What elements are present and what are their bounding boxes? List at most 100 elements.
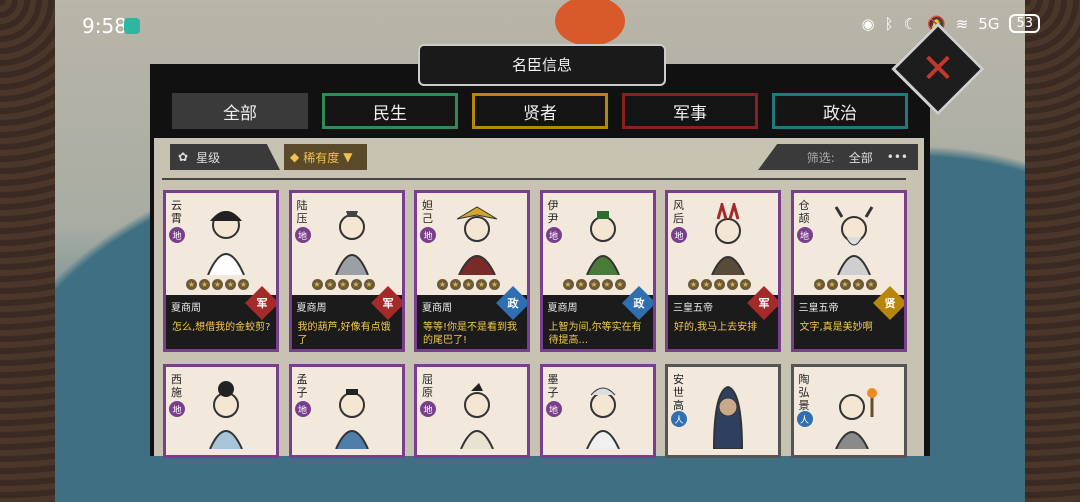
star-rating: ★ ★ ★ ★ ★ [186,279,249,290]
portrait-image [585,211,620,275]
minister-name: 陆压 [296,199,308,225]
tab-politics[interactable]: 政治 [772,93,908,129]
minister-card[interactable]: 云霄 地 ★ ★ ★ ★ ★ 夏商周 军 怎么,想借我的金蛟剪? [163,190,279,352]
rank-badge: 地 [294,401,311,417]
rank-badge: 地 [545,227,562,243]
left-frame [0,0,55,502]
minister-name: 云霄 [171,199,182,225]
rank-badge: 地 [169,401,185,417]
rarity-sort-label: 稀有度 [303,150,340,165]
minister-card[interactable]: 伊尹 地 ★ ★ ★ ★ ★ 夏商周 政 上智为间,尔等实在有待提高... [539,190,656,352]
minister-card[interactable]: 安世高 人 [665,364,781,458]
type-badge: 军 [370,286,402,320]
rank-badge: 地 [545,401,562,417]
minister-name: 妲己 [422,199,433,225]
filter-value: 全部 [848,150,873,165]
right-frame [1025,0,1080,502]
filter-selector[interactable]: 筛选: 全部 ••• [758,144,918,170]
quote-text: 上智为间,尔等实在有待提高... [548,322,642,346]
minister-card[interactable]: 风后 地 ★ ★ ★ ★ ★ 三皇五帝 军 好的,我马上去安排 [665,190,781,352]
rank-badge: 地 [671,227,687,243]
type-badge: 政 [621,286,653,320]
minister-card[interactable]: 陶弘景 人 [790,364,907,458]
minister-name: 仓颉 [798,199,810,225]
star-rating: ★ ★ ★ ★ ★ [311,279,375,290]
system-icons: ◉ ᛒ ☾ 🔕 ≋ 5G 53 [861,14,1040,33]
minister-card[interactable]: 西施 地 [163,364,279,458]
filter-bar: ✿ 星级 ◆ 稀有度 ▼ 筛选: 全部 ••• [170,144,918,170]
minister-card[interactable]: 孟子 地 [288,364,405,458]
portrait-image [207,211,245,275]
tab-sage[interactable]: 贤者 [472,93,608,129]
type-badge: 军 [245,286,276,320]
portrait-image [585,387,620,449]
rank-badge: 地 [420,227,436,243]
filter-label: 筛选: [806,150,835,165]
minister-name: 风后 [673,199,684,225]
star-rating: ★ ★ ★ ★ ★ [688,279,751,290]
card-info: 三皇五帝 贤 文字,真是美妙啊 [793,286,904,349]
card-info: 夏商周 军 怎么,想借我的金蛟剪? [166,286,276,349]
era-label: 夏商周 [296,303,327,314]
portrait-image [834,388,877,449]
quote-text: 我的葫芦,好像有点饿了 [297,322,391,346]
star-sort-label: 星级 [196,150,221,165]
card-info: 夏商周 军 我的葫芦,好像有点饿了 [291,286,402,349]
minister-card[interactable]: 妲己 地 ★ ★ ★ ★ ★ 夏商周 政 等等!你是不是看到我的尾巴了! [414,190,530,352]
minister-name: 孟子 [296,373,308,399]
rank-badge: 人 [796,411,813,427]
minister-card[interactable]: 仓颉 地 ★ ★ ★ ★ ★ 三皇五帝 贤 文字,真是美妙啊 [790,190,907,352]
quote-text: 怎么,想借我的金蛟剪? [172,322,271,333]
clock: 9:58 [82,14,127,38]
minister-card[interactable]: 陆压 地 ★ ★ ★ ★ ★ 夏商周 军 我的葫芦,好像有点饿了 [288,190,405,352]
more-icon[interactable]: ••• [887,150,908,164]
portrait-image [334,389,369,449]
rank-badge: 地 [294,227,311,243]
portrait-image [334,211,369,275]
network-label: 5G [978,14,1000,33]
portrait-image [460,383,494,449]
portrait-image [712,385,744,449]
era-label: 夏商周 [547,303,578,314]
portrait-image [711,203,745,275]
quote-text: 等等!你是不是看到我的尾巴了! [423,322,518,346]
star-rating: ★ ★ ★ ★ ★ [437,279,500,290]
minister-name: 陶弘景 [798,373,810,412]
minister-name: 伊尹 [547,199,559,225]
battery-indicator: 53 [1009,14,1040,33]
era-label: 三皇五帝 [673,303,713,314]
rank-badge: 地 [796,227,813,243]
tab-all[interactable]: 全部 [172,93,308,129]
minister-card[interactable]: 墨子 地 [539,364,656,458]
star-rating: ★ ★ ★ ★ ★ [562,279,626,290]
minister-name: 安世高 [673,373,684,412]
star-sort-button[interactable]: ✿ 星级 [170,144,280,170]
era-label: 夏商周 [171,303,201,314]
close-icon: ✕ [921,46,955,92]
minister-name: 屈原 [422,373,433,399]
diamond-icon: ◆ [290,150,300,164]
star-rating: ★ ★ ★ ★ ★ [813,279,877,290]
type-badge: 政 [496,286,527,320]
dropdown-arrow-icon: ▼ [343,150,353,164]
divider [162,178,906,180]
moon-icon: ☾ [903,14,918,33]
minister-name: 西施 [171,373,182,399]
minister-card[interactable]: 屈原 地 [414,364,530,458]
type-badge: 贤 [872,286,904,320]
quote-text: 文字,真是美妙啊 [799,322,873,333]
rank-badge: 人 [671,411,687,427]
flower-icon: ✿ [178,150,189,164]
tab-military[interactable]: 军事 [622,93,758,129]
minister-name: 墨子 [547,373,559,399]
minister-grid: 云霄 地 ★ ★ ★ ★ ★ 夏商周 军 怎么,想借我的金蛟剪? 陆压 地 ★ ★ ★ ★ ★ … [163,190,907,458]
rank-badge: 地 [420,401,436,417]
tab-livelihood[interactable]: 民生 [322,93,458,129]
category-tabs: 全部 民生 贤者 军事 政治 [172,93,908,129]
era-label: 三皇五帝 [798,303,839,314]
card-info: 夏商周 政 等等!你是不是看到我的尾巴了! [417,286,527,349]
portrait-image [456,206,498,275]
rarity-sort-button[interactable]: ◆ 稀有度 ▼ [284,144,367,170]
portrait-image [834,206,873,275]
portrait-image [209,381,243,449]
